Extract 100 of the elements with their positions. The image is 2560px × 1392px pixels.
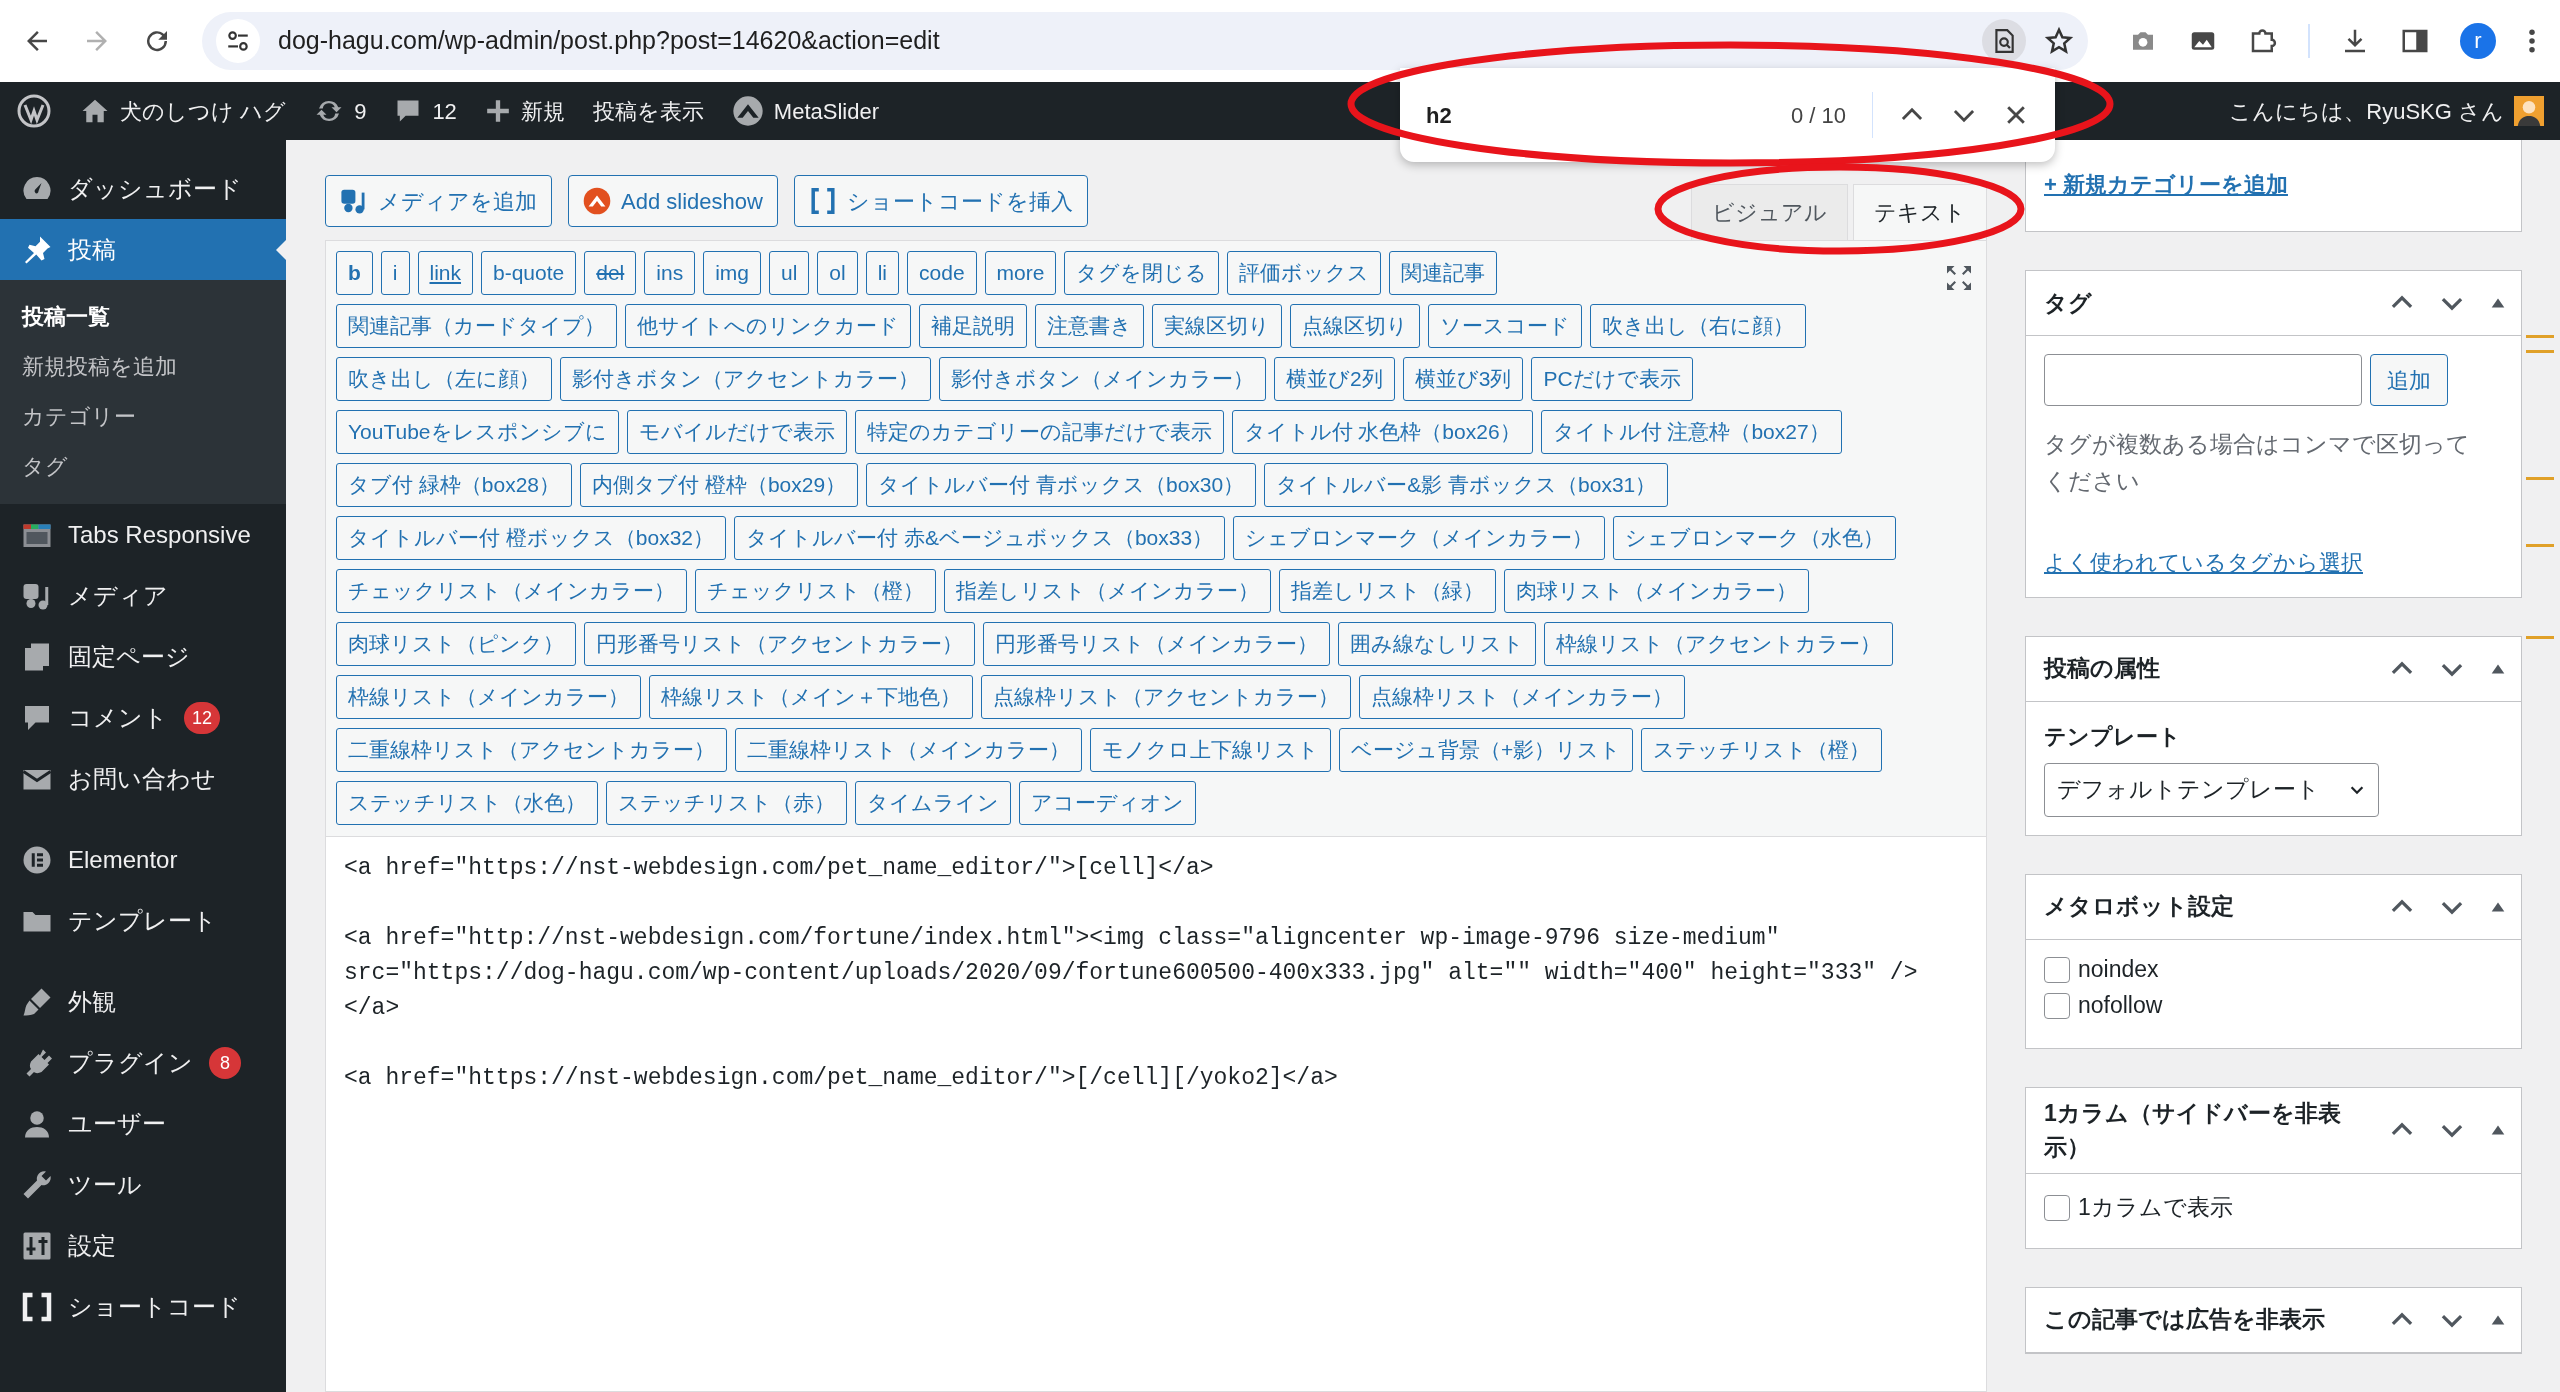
quicktag-button[interactable]: 点線枠リスト（メインカラー） [1359,675,1685,719]
logo-icon[interactable] [16,93,52,129]
quicktag-button[interactable]: タイトルバー&影 青ボックス（box31） [1264,463,1669,507]
quicktag-button[interactable]: b-quote [481,251,577,295]
quicktag-button[interactable]: 影付きボタン（アクセントカラー） [560,357,931,401]
avatar-icon[interactable] [2514,96,2544,126]
view-post-link[interactable]: 投稿を表示 [592,94,704,128]
quicktag-button[interactable]: 指差しリスト（緑） [1279,569,1496,613]
sidebar-menu-item[interactable]: ショートコード [0,1276,286,1337]
tune-icon[interactable] [225,28,251,54]
quicktag-button[interactable]: チェックリスト（メインカラー） [336,569,687,613]
comments-count[interactable]: 12 [432,94,457,128]
updates-count[interactable]: 9 [354,94,367,128]
find-input-field[interactable]: h2 [1424,97,1684,133]
quicktag-button[interactable]: PCだけで表示 [1531,357,1693,401]
quicktag-button[interactable]: b [336,251,373,295]
quicktag-button[interactable]: 枠線リスト（メインカラー） [336,675,641,719]
quicktag-button[interactable]: タブ付 緑枠（box28） [336,463,573,507]
sidebar-menu-item[interactable]: コメント 12 [0,687,286,748]
tag-input-field[interactable] [2044,354,2362,406]
quicktag-button[interactable]: li [865,251,900,295]
quicktag-button[interactable]: ステッチリスト（橙） [1641,728,1883,772]
submenu-item[interactable]: カテゴリー [0,392,286,442]
quicktag-button[interactable]: 影付きボタン（メインカラー） [939,357,1266,401]
add-button[interactable]: 追加 [2370,354,2448,406]
sidebar-menu-item[interactable]: メディア [0,565,286,626]
toolbar-button[interactable]: ショートコードを挿入 [793,175,1088,227]
quicktag-button[interactable]: モノクロ上下線リスト [1090,728,1331,772]
quicktag-button[interactable]: ul [769,251,810,295]
quicktag-button[interactable]: 二重線枠リスト（メインカラー） [735,728,1082,772]
sidebar-menu-item[interactable]: Elementor [0,829,286,890]
add-category-link[interactable]: + 新規カテゴリーを追加 [2044,172,2288,197]
quicktag-button[interactable]: タイトル付 注意枠（box27） [1540,410,1842,454]
sidebar-menu-item[interactable]: 投稿 [0,219,286,280]
quicktag-button[interactable]: アコーディオン [1019,781,1196,825]
quicktag-button[interactable]: ソースコード [1428,304,1582,348]
quicktag-button[interactable]: 他サイトへのリンクカード [625,304,911,348]
checkbox[interactable] [2044,1194,2070,1221]
quicktag-button[interactable]: タイトルバー付 赤&ベージュボックス（box33） [734,516,1226,560]
submenu-item[interactable]: 新規投稿を追加 [0,342,286,392]
sidebar-menu-item[interactable]: テンプレート [0,890,286,951]
quicktag-button[interactable]: ベージュ背景（+影）リスト [1339,728,1634,772]
quicktag-button[interactable]: 点線枠リスト（アクセントカラー） [981,675,1351,719]
quicktag-button[interactable]: ins [644,251,696,295]
quicktag-button[interactable]: タイトルバー付 青ボックス（box30） [866,463,1257,507]
sidebar-menu-item[interactable]: お問い合わせ [0,748,286,809]
quicktag-button[interactable]: ステッチリスト（赤） [606,781,847,825]
sidebar-menu-item[interactable]: ツール [0,1154,286,1215]
checkbox[interactable] [2044,956,2070,983]
quicktag-button[interactable]: 横並び2列 [1274,357,1395,401]
quicktag-button[interactable]: チェックリスト（橙） [695,569,936,613]
sidebar-menu-item[interactable]: 固定ページ [0,626,286,687]
editor-tab[interactable]: ビジュアル [1691,184,1848,240]
editor-tab[interactable]: テキスト [1853,184,1987,240]
quicktag-button[interactable]: 評価ボックス [1227,251,1382,295]
quicktag-button[interactable]: シェブロンマーク（メインカラー） [1233,516,1606,560]
quicktag-button[interactable]: 枠線リスト（アクセントカラー） [1544,622,1893,666]
sidebar-menu-item[interactable]: 設定 [0,1215,286,1276]
quicktag-button[interactable]: 横並び3列 [1402,357,1524,401]
quicktag-button[interactable]: 肉球リスト（ピンク） [336,622,576,666]
quicktag-button[interactable]: 注意書き [1035,304,1144,348]
star-icon[interactable] [2044,26,2074,56]
sidebar-menu-item[interactable]: Tabs Responsive [0,504,286,565]
quicktag-button[interactable]: more [984,251,1057,295]
sidebar-menu-item[interactable]: ユーザー [0,1093,286,1154]
quicktag-button[interactable]: タイトルバー付 橙ボックス（box32） [336,516,727,560]
greeting-text[interactable]: こんにちは、RyuSKG さん [2229,94,2504,128]
quicktag-button[interactable]: 吹き出し（左に顔） [336,357,552,401]
quicktag-button[interactable]: 肉球リスト（メインカラー） [1504,569,1809,613]
quicktag-button[interactable]: 関連記事 [1389,251,1498,295]
quicktag-button[interactable]: link [417,251,473,295]
quicktag-button[interactable]: 円形番号リスト（アクセントカラー） [584,622,975,666]
quicktag-button[interactable]: タグを閉じる [1064,251,1220,295]
quicktag-button[interactable]: タイムライン [855,781,1011,825]
quicktag-button[interactable]: 吹き出し（右に顔） [1590,304,1806,348]
quicktag-button[interactable]: 二重線枠リスト（アクセントカラー） [336,728,727,772]
sidebar-menu-item[interactable]: 外観 [0,971,286,1032]
quicktag-button[interactable]: 特定のカテゴリーの記事だけで表示 [854,410,1224,454]
metaslider-link[interactable]: MetaSlider [773,94,879,128]
toolbar-button[interactable]: Add slideshow [568,175,778,227]
quicktag-button[interactable]: ol [817,251,858,295]
quicktag-button[interactable]: シェブロンマーク（水色） [1613,516,1897,560]
toolbar-button[interactable]: メディアを追加 [325,175,552,227]
quicktag-button[interactable]: 点線区切り [1290,304,1420,348]
popular-tags-link[interactable]: よく使われているタグから選択 [2044,549,2363,575]
site-name-link[interactable]: 犬のしつけ ハグ [120,94,287,128]
checkbox[interactable] [2044,992,2070,1019]
quicktag-button[interactable]: del [584,251,637,295]
sidebar-menu-item[interactable]: プラグイン 8 [0,1032,286,1093]
quicktag-button[interactable]: img [703,251,761,295]
quicktag-button[interactable]: 補足説明 [919,304,1027,348]
quicktag-button[interactable]: 枠線リスト（メイン＋下地色） [649,675,973,719]
submenu-item[interactable]: 投稿一覧 [0,292,286,342]
template-select[interactable]: デフォルトテンプレート [2044,762,2379,817]
quicktag-button[interactable]: code [907,251,977,295]
quicktag-button[interactable]: 指差しリスト（メインカラー） [944,569,1271,613]
submenu-item[interactable]: タグ [0,442,286,492]
quicktag-button[interactable]: 実線区切り [1152,304,1282,348]
quicktag-button[interactable]: YouTubeをレスポンシブに [336,410,619,454]
quicktag-button[interactable]: タイトル付 水色枠（box26） [1231,410,1533,454]
